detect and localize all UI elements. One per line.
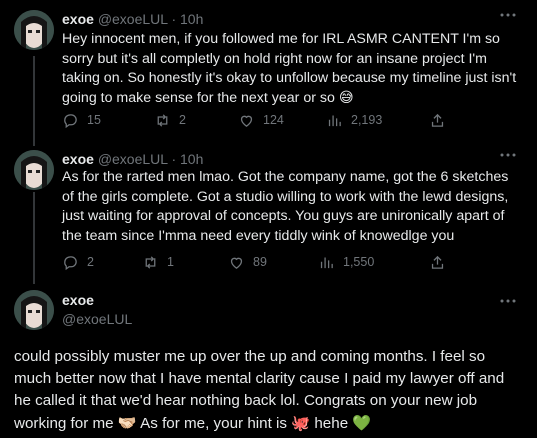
views-count: 1,550 — [343, 255, 375, 269]
separator-dot: · — [171, 151, 177, 167]
timestamp[interactable]: 10h — [180, 11, 203, 27]
views-button[interactable]: 1,550 — [318, 252, 374, 272]
share-icon — [431, 113, 444, 127]
like-icon — [240, 115, 253, 127]
avatar[interactable] — [14, 290, 54, 330]
tweet[interactable]: exoe @exoeLUL · 10h As for the rarted me… — [0, 140, 537, 280]
avatar[interactable] — [14, 150, 54, 190]
more-icon[interactable] — [499, 148, 517, 162]
like-count: 124 — [263, 113, 284, 127]
avatar[interactable] — [14, 10, 54, 50]
tweet-text-body: hehe — [310, 415, 353, 432]
more-icon[interactable] — [499, 8, 517, 22]
like-button[interactable]: 89 — [228, 252, 267, 272]
reply-icon — [64, 113, 77, 128]
tweet-actions: 15 2 124 2,193 — [62, 110, 482, 130]
more-icon[interactable] — [499, 294, 517, 308]
display-name[interactable]: exoe — [62, 11, 94, 27]
views-button[interactable]: 2,193 — [326, 110, 382, 130]
tweet-actions: 2 1 89 1,550 — [62, 252, 482, 272]
sweat-smile-emoji: 😅 — [338, 89, 354, 106]
retweet-button[interactable]: 1 — [142, 252, 174, 272]
share-button[interactable] — [429, 110, 446, 130]
focused-tweet[interactable]: exoe @exoeLUL could possibly muster me u… — [0, 280, 537, 438]
tweet-header: exoe @exoeLUL · 10h — [62, 9, 203, 29]
reply-icon — [64, 255, 77, 270]
reply-button[interactable]: 15 — [62, 110, 101, 130]
share-icon — [431, 255, 444, 269]
tweet[interactable]: exoe @exoeLUL · 10h Hey innocent men, if… — [0, 0, 537, 140]
handshake-emoji: 🫱🏻‍🫲🏼 — [117, 414, 137, 432]
reply-count: 2 — [87, 255, 94, 269]
retweet-count: 2 — [179, 113, 186, 127]
user-handle[interactable]: @exoeLUL — [98, 151, 168, 167]
retweet-button[interactable]: 2 — [154, 110, 186, 130]
retweet-count: 1 — [167, 255, 174, 269]
user-handle[interactable]: @exoeLUL — [98, 11, 168, 27]
retweet-icon — [145, 255, 156, 269]
display-name[interactable]: exoe — [62, 151, 94, 167]
like-icon — [230, 257, 243, 269]
tweet-text: could possibly muster me up over the up … — [14, 346, 524, 435]
reply-button[interactable]: 2 — [62, 252, 94, 272]
tweet-text-body: Hey innocent men, if you followed me for… — [62, 31, 517, 106]
views-icon — [328, 115, 341, 126]
views-count: 2,193 — [351, 113, 383, 127]
octopus-emoji: 🐙 — [291, 414, 311, 432]
tweet-text: Hey innocent men, if you followed me for… — [62, 30, 524, 108]
user-handle[interactable]: @exoeLUL — [62, 310, 132, 328]
green-heart-emoji: 💚 — [352, 414, 372, 432]
display-name[interactable]: exoe — [62, 291, 94, 309]
views-icon — [320, 257, 333, 268]
retweet-icon — [157, 113, 168, 127]
tweet-header: exoe @exoeLUL · 10h — [62, 149, 203, 169]
timestamp[interactable]: 10h — [180, 151, 203, 167]
like-button[interactable]: 124 — [238, 110, 284, 130]
tweet-text: As for the rarted men lmao. Got the comp… — [62, 169, 509, 244]
reply-count: 15 — [87, 113, 101, 127]
separator-dot: · — [171, 11, 177, 27]
like-count: 89 — [253, 255, 267, 269]
tweet-text-body: As for me, your hint is — [136, 415, 292, 432]
share-button[interactable] — [429, 252, 446, 272]
